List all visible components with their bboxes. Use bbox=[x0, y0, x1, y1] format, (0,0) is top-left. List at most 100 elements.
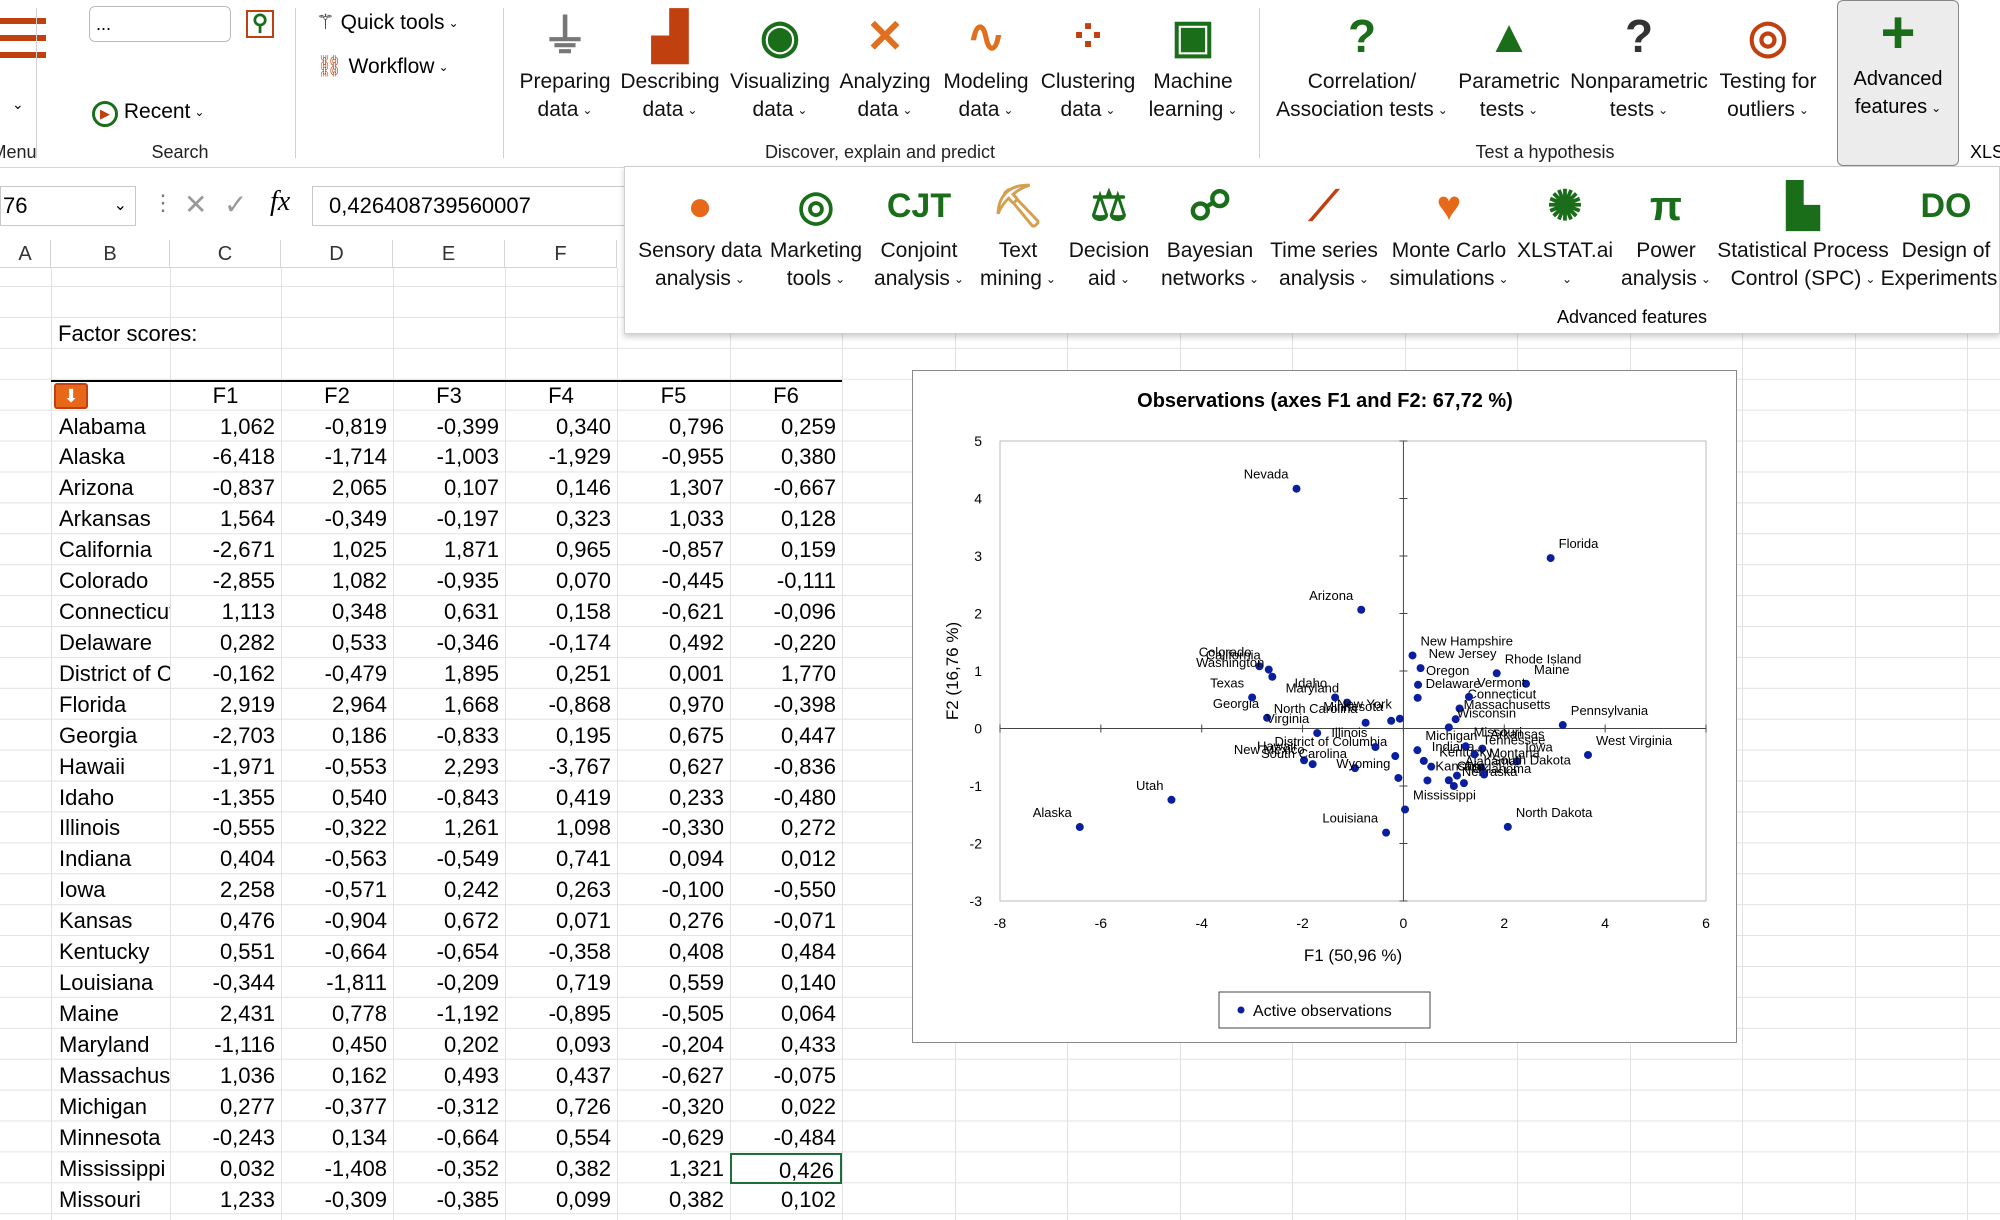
table-cell[interactable]: -0,837 bbox=[170, 472, 281, 503]
table-cell[interactable]: -0,654 bbox=[393, 936, 505, 967]
sort-arrow-icon[interactable]: ⬇ bbox=[54, 382, 88, 409]
table-cell[interactable]: 0,094 bbox=[617, 843, 730, 874]
column-header-c[interactable]: C bbox=[170, 240, 281, 268]
row-label[interactable]: Minnesota bbox=[59, 1122, 170, 1153]
table-cell[interactable]: 0,778 bbox=[281, 998, 393, 1029]
table-cell[interactable]: -0,111 bbox=[730, 565, 842, 596]
table-cell[interactable]: 0,134 bbox=[281, 1122, 393, 1153]
table-cell[interactable]: 0,022 bbox=[730, 1091, 842, 1122]
preparing-data-button[interactable]: ⏚ Preparing data ⌄ bbox=[519, 4, 610, 124]
table-cell[interactable]: -0,955 bbox=[617, 441, 730, 472]
insert-function-icon[interactable]: fx bbox=[270, 186, 290, 218]
modeling-data-button[interactable]: ∿ Modeling data ⌄ bbox=[943, 4, 1028, 124]
table-cell[interactable]: -0,563 bbox=[281, 843, 393, 874]
table-header-f1[interactable]: F1 bbox=[170, 380, 281, 411]
table-cell[interactable]: 0,107 bbox=[393, 472, 505, 503]
table-cell[interactable]: -3,767 bbox=[505, 751, 617, 782]
table-cell[interactable]: 1,895 bbox=[393, 658, 505, 689]
table-cell[interactable]: -1,355 bbox=[170, 782, 281, 813]
table-cell[interactable]: 0,970 bbox=[617, 689, 730, 720]
row-label[interactable]: Michigan bbox=[59, 1091, 170, 1122]
table-cell[interactable]: 2,293 bbox=[393, 751, 505, 782]
table-cell[interactable]: -0,843 bbox=[393, 782, 505, 813]
table-cell[interactable]: 0,540 bbox=[281, 782, 393, 813]
table-cell[interactable]: 0,242 bbox=[393, 874, 505, 905]
row-label[interactable]: Illinois bbox=[59, 812, 170, 843]
table-cell[interactable]: -0,895 bbox=[505, 998, 617, 1029]
sensory-data-analysis-button[interactable]: ● Sensory data analysis ⌄ bbox=[638, 175, 762, 293]
table-cell[interactable]: 1,062 bbox=[170, 411, 281, 442]
table-cell[interactable]: 0,251 bbox=[505, 658, 617, 689]
table-cell[interactable]: -1,003 bbox=[393, 441, 505, 472]
quick-tools-button[interactable]: ⚚ Quick tools ⌄ bbox=[316, 10, 459, 35]
row-label[interactable]: Alaska bbox=[59, 441, 170, 472]
table-cell[interactable]: 0,404 bbox=[170, 843, 281, 874]
more-options-icon[interactable]: ⋮ bbox=[152, 190, 174, 216]
text-mining-button[interactable]: ⛏ Text mining ⌄ bbox=[980, 175, 1056, 293]
scatter-chart[interactable]: Observations (axes F1 and F2: 67,72 %) -8… bbox=[912, 370, 1737, 1043]
visualizing-data-button[interactable]: ◉ Visualizing data ⌄ bbox=[730, 4, 830, 124]
table-cell[interactable]: 0,741 bbox=[505, 843, 617, 874]
table-cell[interactable]: 0,382 bbox=[617, 1184, 730, 1215]
column-header-d[interactable]: D bbox=[281, 240, 393, 268]
table-cell[interactable]: 0,001 bbox=[617, 658, 730, 689]
table-cell[interactable]: 0,146 bbox=[505, 472, 617, 503]
table-cell[interactable]: -1,408 bbox=[281, 1153, 393, 1184]
column-header-f[interactable]: F bbox=[505, 240, 617, 268]
table-title[interactable]: Factor scores: bbox=[58, 318, 458, 349]
table-cell[interactable]: 0,140 bbox=[730, 967, 842, 998]
table-cell[interactable]: 2,258 bbox=[170, 874, 281, 905]
analyzing-data-button[interactable]: ✕ Analyzing data ⌄ bbox=[839, 4, 930, 124]
table-cell[interactable]: 0,493 bbox=[393, 1060, 505, 1091]
enter-icon[interactable]: ✓ bbox=[224, 188, 247, 221]
table-cell[interactable]: -0,667 bbox=[730, 472, 842, 503]
table-cell[interactable]: 1,033 bbox=[617, 503, 730, 534]
table-cell[interactable]: -0,320 bbox=[617, 1091, 730, 1122]
decision-aid-button[interactable]: ⚖ Decision aid ⌄ bbox=[1069, 175, 1150, 293]
table-cell[interactable]: -0,480 bbox=[730, 782, 842, 813]
marketing-tools-button[interactable]: ◎ Marketing tools ⌄ bbox=[770, 175, 862, 293]
row-label[interactable]: Arkansas bbox=[59, 503, 170, 534]
table-cell[interactable]: -0,197 bbox=[393, 503, 505, 534]
table-cell[interactable]: -0,330 bbox=[617, 812, 730, 843]
table-cell[interactable]: 0,032 bbox=[170, 1153, 281, 1184]
clustering-data-button[interactable]: ⁘ Clustering data ⌄ bbox=[1041, 4, 1136, 124]
row-label[interactable]: Kansas bbox=[59, 905, 170, 936]
row-label[interactable]: Massachusetts bbox=[59, 1060, 170, 1091]
table-cell[interactable]: 0,408 bbox=[617, 936, 730, 967]
table-cell[interactable]: 0,476 bbox=[170, 905, 281, 936]
table-cell[interactable]: 0,012 bbox=[730, 843, 842, 874]
table-cell[interactable]: 0,627 bbox=[617, 751, 730, 782]
testing-for-outliers-button[interactable]: ◎ Testing for outliers ⌄ bbox=[1720, 4, 1817, 124]
table-cell[interactable]: 2,964 bbox=[281, 689, 393, 720]
table-cell[interactable]: 0,675 bbox=[617, 720, 730, 751]
table-cell[interactable]: 0,450 bbox=[281, 1029, 393, 1060]
table-cell[interactable]: -0,664 bbox=[281, 936, 393, 967]
table-cell[interactable]: 0,447 bbox=[730, 720, 842, 751]
table-cell[interactable]: -0,344 bbox=[170, 967, 281, 998]
table-cell[interactable]: 0,099 bbox=[505, 1184, 617, 1215]
table-cell[interactable]: 0,340 bbox=[505, 411, 617, 442]
table-cell[interactable]: 0,276 bbox=[617, 905, 730, 936]
design-of-experiments-button[interactable]: DO Design of Experiments⌄ bbox=[1881, 175, 2000, 293]
row-label[interactable]: Hawaii bbox=[59, 751, 170, 782]
table-cell[interactable]: -0,819 bbox=[281, 411, 393, 442]
table-header-f5[interactable]: F5 bbox=[617, 380, 730, 411]
table-cell[interactable]: 0,070 bbox=[505, 565, 617, 596]
table-cell[interactable]: -0,352 bbox=[393, 1153, 505, 1184]
selected-cell[interactable]: 0,426 bbox=[730, 1152, 842, 1184]
table-cell[interactable]: 1,871 bbox=[393, 534, 505, 565]
table-cell[interactable]: 1,321 bbox=[617, 1153, 730, 1184]
row-label[interactable]: District of Columbia bbox=[59, 658, 170, 689]
column-header-b[interactable]: B bbox=[51, 240, 170, 268]
table-cell[interactable]: 0,433 bbox=[730, 1029, 842, 1060]
table-cell[interactable]: 0,233 bbox=[617, 782, 730, 813]
table-cell[interactable]: 1,564 bbox=[170, 503, 281, 534]
parametric-tests-button[interactable]: ▲ Parametric tests ⌄ bbox=[1458, 4, 1560, 124]
table-cell[interactable]: -1,971 bbox=[170, 751, 281, 782]
table-cell[interactable]: -0,220 bbox=[730, 627, 842, 658]
table-cell[interactable]: 0,380 bbox=[730, 441, 842, 472]
table-cell[interactable]: 0,272 bbox=[730, 812, 842, 843]
table-cell[interactable]: -0,553 bbox=[281, 751, 393, 782]
table-cell[interactable]: 0,323 bbox=[505, 503, 617, 534]
